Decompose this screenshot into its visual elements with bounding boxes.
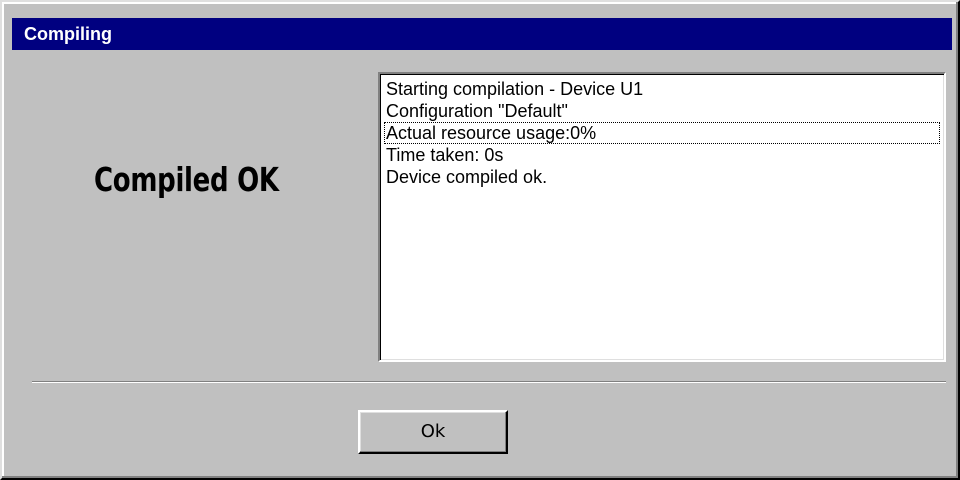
dialog-title: Compiling [24,24,112,44]
log-line[interactable]: Starting compilation - Device U1 [384,78,940,100]
log-line[interactable]: Device compiled ok. [384,166,940,188]
ok-button[interactable]: Ok [358,410,508,454]
compile-status-message: Compiled OK [94,162,279,200]
dialog-title-bar[interactable]: Compiling [12,18,952,50]
compile-log-list[interactable]: Starting compilation - Device U1 Configu… [378,72,946,362]
compiling-dialog: Compiling Compiled OK Starting compilati… [0,0,960,480]
log-line-focused[interactable]: Actual resource usage:0% [384,122,940,144]
separator-line [32,381,946,383]
log-line[interactable]: Configuration "Default" [384,100,940,122]
log-line[interactable]: Time taken: 0s [384,144,940,166]
